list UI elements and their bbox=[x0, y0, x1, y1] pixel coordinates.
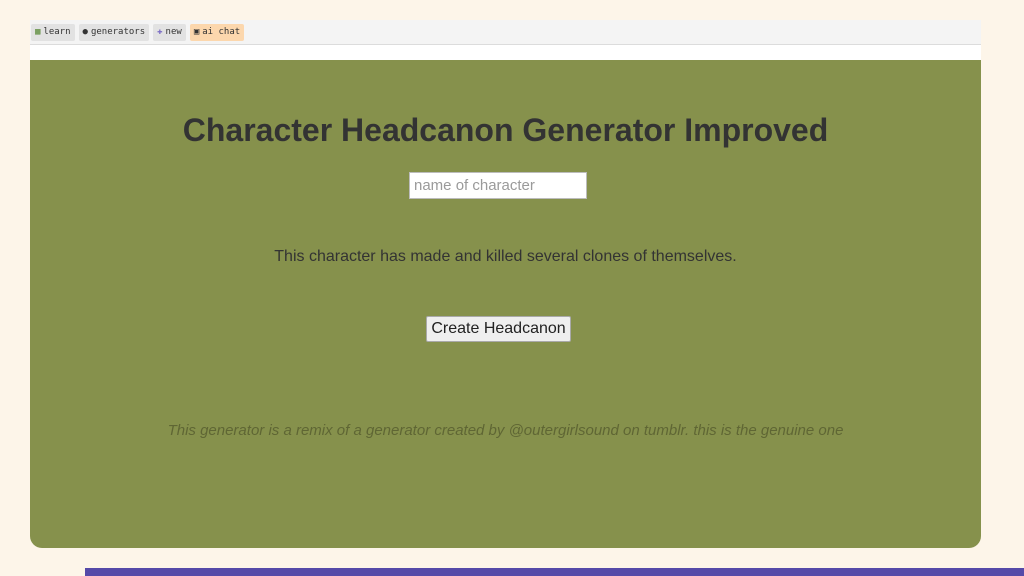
nav-learn-label: learn bbox=[43, 27, 71, 37]
chat-icon: ▣ bbox=[193, 26, 200, 37]
create-headcanon-button[interactable]: Create Headcanon bbox=[426, 316, 571, 342]
nav-learn-button[interactable]: ▦ learn bbox=[31, 23, 75, 41]
bottom-accent-bar bbox=[85, 568, 1024, 576]
headcanon-result-text: This character has made and killed sever… bbox=[274, 248, 737, 265]
header-strip bbox=[30, 45, 981, 60]
nav-ai-chat-label: ai chat bbox=[202, 27, 241, 37]
generator-panel: Character Headcanon Generator Improved T… bbox=[30, 60, 981, 548]
nav-generators-label: generators bbox=[90, 27, 146, 37]
page: ▦ learn ● generators ✚ new ▣ ai chat Cha… bbox=[0, 0, 1024, 576]
character-name-input[interactable] bbox=[409, 172, 587, 199]
nav-new-label: new bbox=[165, 27, 182, 37]
nav-new-button[interactable]: ✚ new bbox=[153, 23, 186, 41]
nav-ai-chat-button[interactable]: ▣ ai chat bbox=[189, 23, 245, 41]
plus-icon: ✚ bbox=[157, 26, 163, 37]
book-icon: ▦ bbox=[35, 26, 41, 37]
credit-text: This generator is a remix of a generator… bbox=[167, 422, 844, 439]
top-nav-bar: ▦ learn ● generators ✚ new ▣ ai chat bbox=[30, 20, 981, 45]
nav-generators-button[interactable]: ● generators bbox=[78, 23, 150, 41]
page-title: Character Headcanon Generator Improved bbox=[182, 112, 829, 148]
generators-icon: ● bbox=[82, 26, 88, 37]
